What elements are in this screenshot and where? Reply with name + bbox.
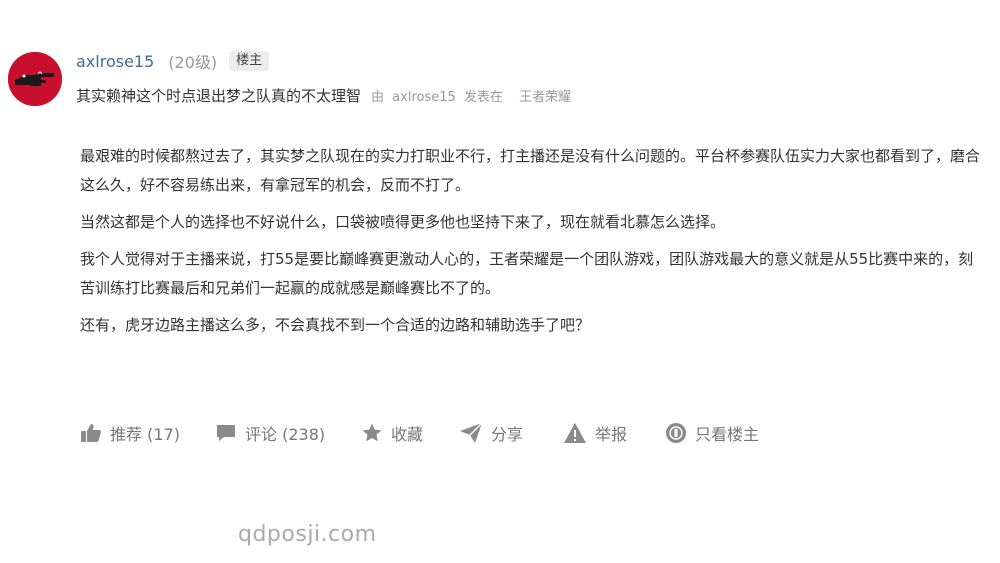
post-paragraph: 我个人觉得对于主播来说，打55是要比巅峰赛更激动人心的，王者荣耀是一个团队游戏，… bbox=[80, 250, 974, 297]
owner-only-label: 只看楼主 bbox=[695, 425, 760, 444]
meta-posted-in: 发表在 bbox=[463, 89, 503, 105]
meta-forum-link[interactable]: 王者荣耀 bbox=[519, 90, 571, 105]
post-paragraph: 还有，虎牙边路主播这么多，不会真找不到一个合适的边路和辅助选手了吧？ bbox=[80, 316, 591, 334]
warning-icon bbox=[564, 423, 586, 443]
author-username[interactable]: axlrose15 bbox=[76, 52, 154, 71]
comment-label: 评论 (238) bbox=[245, 425, 326, 444]
hand-logo-icon bbox=[8, 52, 62, 106]
comment-icon bbox=[217, 425, 235, 441]
owner-badge: 楼主 bbox=[229, 51, 270, 71]
post-title: 其实赖神这个时点退出梦之队真的不太理智 bbox=[76, 86, 362, 105]
post-paragraph: 最艰难的时候都熬过去了，其实梦之队现在的实力打职业不行，打主播还是没有什么问题的… bbox=[80, 147, 981, 194]
author-info: axlrose15 (20级) 楼主 bbox=[76, 50, 270, 72]
star-icon bbox=[362, 423, 382, 442]
view-owner-only-button[interactable]: 只看楼主 bbox=[665, 421, 785, 445]
avatar[interactable] bbox=[8, 52, 62, 106]
owner-icon bbox=[666, 423, 686, 443]
author-level: (20级) bbox=[168, 53, 218, 72]
meta-author-link[interactable]: axlrose15 bbox=[392, 90, 456, 105]
post-content: 最艰难的时候都熬过去了，其实梦之队现在的实力打职业不行，打主播还是没有什么问题的… bbox=[80, 142, 980, 348]
post-meta: 由 axlrose15 发表在 王者荣耀 bbox=[371, 86, 575, 105]
post-header: 其实赖神这个时点退出梦之队真的不太理智 由 axlrose15 发表在 王者荣耀 bbox=[76, 84, 575, 106]
favorite-button[interactable]: 收藏 bbox=[361, 421, 459, 445]
action-bar: 推荐 (17) 评论 (238) 收藏 分享 举报 只看楼主 bbox=[80, 419, 785, 447]
post-paragraph: 当然这都是个人的选择也不好说什么，口袋被喷得更多他也坚持下来了，现在就看北慕怎么… bbox=[80, 213, 726, 231]
share-label: 分享 bbox=[491, 425, 524, 444]
report-button[interactable]: 举报 bbox=[563, 421, 665, 445]
share-button[interactable]: 分享 bbox=[459, 421, 563, 445]
paper-plane-icon bbox=[460, 422, 483, 443]
report-label: 举报 bbox=[595, 425, 628, 444]
meta-by: 由 bbox=[371, 89, 385, 105]
watermark: qdposji.com bbox=[238, 522, 377, 547]
comment-button[interactable]: 评论 (238) bbox=[215, 421, 361, 445]
favorite-label: 收藏 bbox=[391, 425, 424, 444]
like-label: 推荐 (17) bbox=[110, 425, 180, 444]
thumbs-up-icon bbox=[81, 424, 101, 442]
like-button[interactable]: 推荐 (17) bbox=[80, 421, 215, 445]
